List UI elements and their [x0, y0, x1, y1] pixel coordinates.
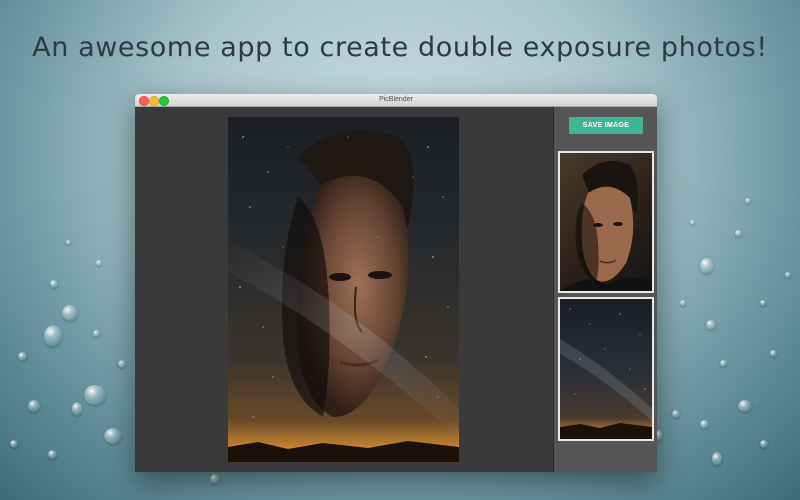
canvas-area [135, 107, 553, 472]
water-drop [735, 230, 742, 237]
water-drop [706, 320, 716, 330]
water-drop [690, 220, 695, 225]
water-drop [48, 450, 57, 459]
water-drop [72, 402, 82, 416]
water-drop [785, 272, 791, 278]
water-drop [50, 280, 58, 288]
water-drop [712, 452, 722, 466]
water-drop [28, 400, 40, 412]
thumbnail-portrait[interactable] [558, 151, 654, 293]
marketing-headline: An awesome app to create double exposure… [32, 32, 768, 63]
water-drop [760, 440, 768, 448]
window-titlebar[interactable]: PicBlender [135, 94, 657, 107]
app-window: PicBlender SAVE IMAGE [135, 94, 657, 472]
water-drop [118, 360, 126, 368]
water-drop [770, 350, 777, 357]
starry-sky-thumbnail-graphic [560, 308, 652, 439]
water-drop [745, 198, 751, 204]
water-drop [66, 240, 71, 245]
water-drop [700, 420, 709, 429]
water-drop [93, 330, 100, 337]
portrait-thumbnail-graphic [560, 160, 652, 291]
water-drop [720, 360, 727, 367]
blended-preview-image [228, 117, 459, 462]
water-drop [44, 325, 62, 347]
water-drop [672, 410, 680, 418]
water-drop [738, 400, 752, 412]
water-drop [10, 440, 18, 448]
water-drop [96, 260, 102, 266]
water-drop [18, 352, 27, 361]
blended-preview-graphic [228, 130, 459, 462]
thumbnail-starry-sky[interactable] [558, 297, 654, 441]
water-drop [760, 300, 766, 306]
water-drop [210, 474, 220, 484]
sidebar: SAVE IMAGE [553, 107, 657, 472]
water-drop [62, 305, 78, 321]
water-drop [680, 300, 686, 306]
water-drop [700, 258, 714, 274]
water-drop [84, 385, 106, 405]
save-image-button[interactable]: SAVE IMAGE [569, 117, 643, 134]
water-drop [104, 428, 122, 444]
window-title: PicBlender [379, 96, 413, 103]
